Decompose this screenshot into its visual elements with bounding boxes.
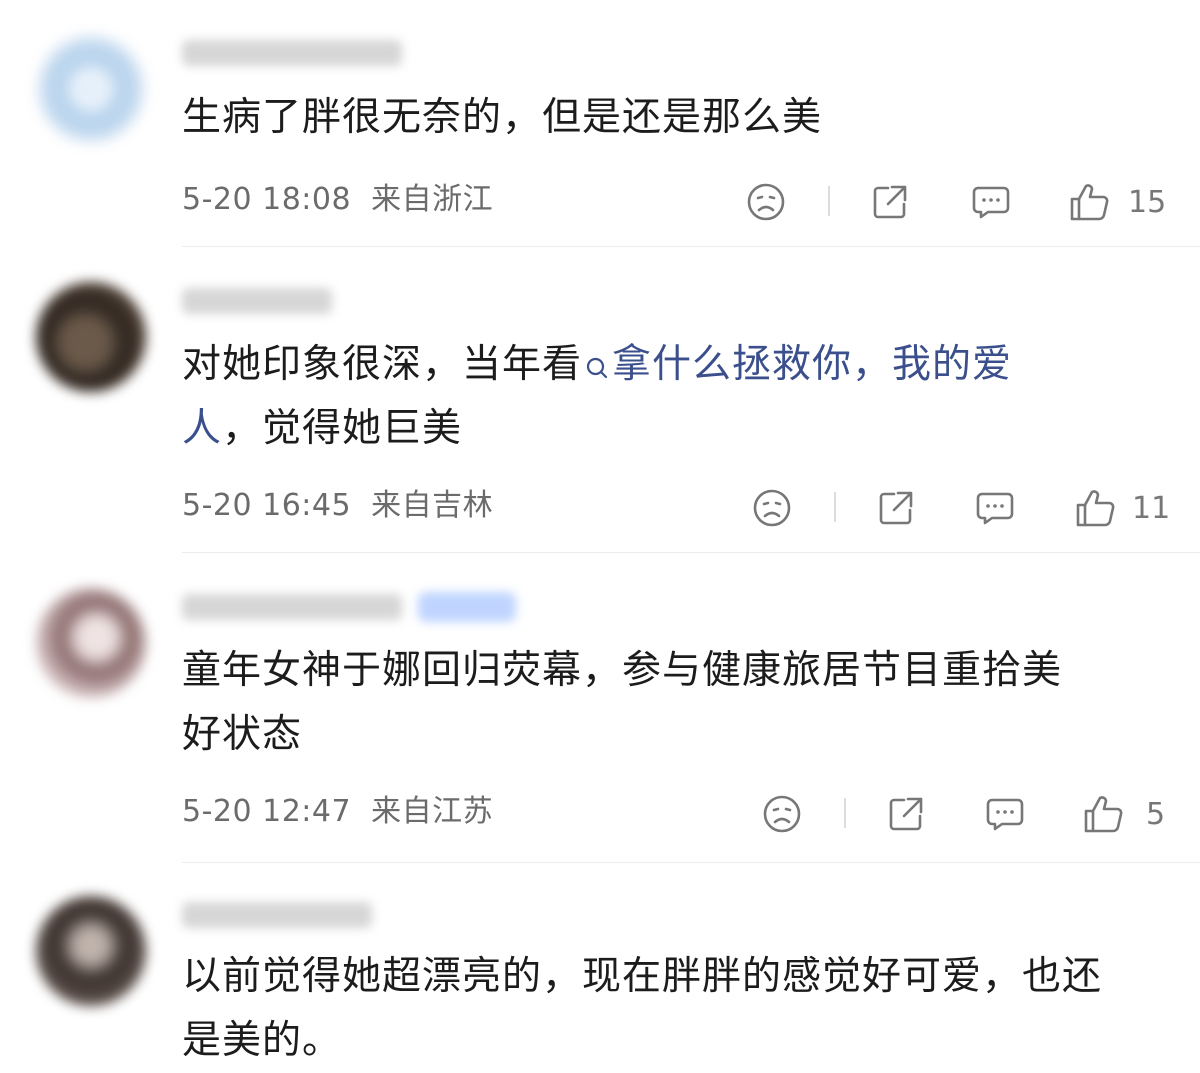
action-divider bbox=[844, 798, 846, 828]
avatar[interactable] bbox=[36, 588, 146, 698]
comment-location: 来自吉林 bbox=[371, 488, 494, 523]
share-button[interactable] bbox=[870, 180, 910, 224]
comment-meta: 5-20 12:47 来自江苏 bbox=[182, 790, 493, 834]
comment-separator bbox=[182, 862, 1200, 863]
topic-link[interactable]: 拿什么拯救你，我的爱 bbox=[612, 342, 1012, 387]
like-button[interactable]: 5 bbox=[1082, 792, 1165, 836]
share-icon bbox=[889, 797, 923, 831]
dislike-button[interactable] bbox=[752, 486, 792, 530]
comment-text: 生病了胖很无奈的，但是还是那么美 bbox=[182, 95, 823, 140]
comment-separator bbox=[182, 552, 1200, 553]
comment-location: 来自江苏 bbox=[371, 794, 494, 829]
action-divider bbox=[828, 186, 830, 216]
share-button[interactable] bbox=[876, 486, 916, 530]
like-button[interactable]: 11 bbox=[1074, 486, 1170, 530]
comment-meta: 5-20 16:45 来自吉林 bbox=[182, 484, 493, 528]
comment-time: 5-20 18:08 bbox=[182, 182, 352, 217]
comment-text: 以前觉得她超漂亮的，现在胖胖的感觉好可爱，也还 是美的。 bbox=[182, 954, 1103, 1063]
like-count: 5 bbox=[1146, 796, 1166, 832]
dislike-button[interactable] bbox=[746, 180, 786, 224]
avatar[interactable] bbox=[36, 34, 146, 144]
comment-text: 对她印象很深，当年看 拿什么拯救你，我的爱 人，觉得她巨美 bbox=[182, 342, 1013, 451]
comment-bubble-icon bbox=[976, 492, 1014, 525]
comment-separator bbox=[182, 246, 1200, 247]
comment-location: 来自浙江 bbox=[371, 182, 494, 217]
comment-time: 5-20 16:45 bbox=[182, 488, 352, 523]
thumbs-up-icon bbox=[1070, 184, 1109, 221]
username-blurred[interactable] bbox=[182, 40, 402, 66]
comment-time: 5-20 12:47 bbox=[182, 794, 352, 829]
thumbs-up-icon bbox=[1076, 490, 1115, 527]
dislike-button[interactable] bbox=[762, 792, 802, 836]
share-icon bbox=[873, 185, 907, 219]
user-badge-blurred bbox=[418, 592, 516, 622]
username-blurred[interactable] bbox=[182, 594, 402, 620]
frown-face-icon bbox=[753, 489, 791, 527]
like-count: 15 bbox=[1128, 184, 1167, 220]
frown-face-icon bbox=[747, 183, 785, 221]
search-icon bbox=[586, 357, 608, 379]
comment-button[interactable] bbox=[984, 792, 1026, 836]
comment-bubble-icon bbox=[986, 798, 1024, 831]
thumbs-up-icon bbox=[1084, 796, 1123, 833]
username-blurred[interactable] bbox=[182, 288, 332, 314]
avatar[interactable] bbox=[36, 282, 146, 392]
comment-text: 童年女神于娜回归荧幕，参与健康旅居节目重拾美 好状态 bbox=[182, 648, 1063, 757]
username-blurred[interactable] bbox=[182, 902, 372, 928]
comment-button[interactable] bbox=[970, 180, 1012, 224]
comment-button[interactable] bbox=[974, 486, 1016, 530]
frown-face-icon bbox=[763, 795, 801, 833]
comment-meta: 5-20 18:08 来自浙江 bbox=[182, 178, 493, 222]
topic-link-continued[interactable]: 人 bbox=[182, 406, 222, 451]
like-button[interactable]: 15 bbox=[1068, 180, 1166, 224]
share-icon bbox=[879, 491, 913, 525]
share-button[interactable] bbox=[886, 792, 926, 836]
avatar[interactable] bbox=[36, 896, 146, 1006]
action-divider bbox=[834, 492, 836, 522]
comment-bubble-icon bbox=[972, 186, 1010, 219]
like-count: 11 bbox=[1132, 490, 1171, 526]
